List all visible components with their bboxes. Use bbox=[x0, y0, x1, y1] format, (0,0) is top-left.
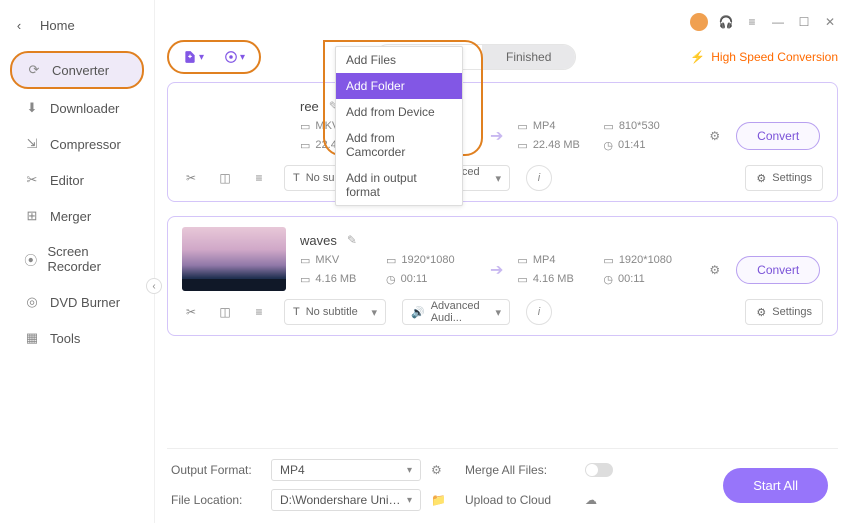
audio-select[interactable]: 🔊Advanced Audi...▾ bbox=[402, 299, 510, 325]
merger-icon: ⊞ bbox=[24, 208, 40, 224]
output-settings-icon[interactable]: ⚙ bbox=[709, 129, 720, 143]
arrow-icon: ➔ bbox=[490, 126, 503, 146]
start-all-button[interactable]: Start All bbox=[723, 468, 828, 503]
sidebar-item-tools[interactable]: ▦Tools bbox=[10, 321, 144, 355]
info-button[interactable]: i bbox=[526, 165, 552, 191]
download-icon: ⬇ bbox=[24, 100, 40, 116]
sidebar-item-dvd-burner[interactable]: ◎DVD Burner bbox=[10, 285, 144, 319]
output-format-select[interactable]: MP4▾ bbox=[271, 459, 421, 481]
sidebar-item-downloader[interactable]: ⬇Downloader bbox=[10, 91, 144, 125]
dd-add-camcorder[interactable]: Add from Camcorder bbox=[336, 125, 462, 165]
tools-icon: ▦ bbox=[24, 330, 40, 346]
clock-icon: ◷ bbox=[386, 273, 396, 286]
file-location-label: File Location: bbox=[171, 493, 261, 507]
dd-add-folder[interactable]: Add Folder bbox=[336, 73, 462, 99]
trim-icon[interactable]: ✂ bbox=[182, 305, 200, 319]
trim-icon[interactable]: ✂ bbox=[182, 171, 200, 185]
sidebar-item-screen-recorder[interactable]: ⦿Screen Recorder bbox=[10, 235, 144, 283]
res-icon: ▭ bbox=[603, 120, 613, 133]
converter-icon: ⟳ bbox=[26, 62, 42, 78]
target-info: ▭MP4 ▭810*530 ▭22.48 MB ◷01:41 bbox=[517, 120, 693, 152]
gear-icon: ⚙ bbox=[756, 306, 766, 319]
dd-add-files[interactable]: Add Files bbox=[336, 47, 462, 73]
source-info: ▭MKV ▭1920*1080 ▭4.16 MB ◷00:11 bbox=[300, 254, 476, 286]
user-avatar-icon[interactable] bbox=[690, 13, 708, 31]
edit-title-icon[interactable]: ✎ bbox=[347, 233, 357, 247]
arrow-icon: ➔ bbox=[490, 260, 503, 280]
output-format-label: Output Format: bbox=[171, 463, 261, 477]
settings-button[interactable]: ⚙Settings bbox=[745, 299, 823, 325]
compress-icon: ⇲ bbox=[24, 136, 40, 152]
convert-button[interactable]: Convert bbox=[736, 256, 820, 284]
open-folder-icon[interactable]: 📁 bbox=[431, 493, 455, 507]
minimize-icon[interactable]: — bbox=[770, 15, 786, 29]
home-label: Home bbox=[40, 18, 75, 33]
home-link[interactable]: ‹ Home bbox=[0, 10, 154, 41]
dd-add-output[interactable]: Add in output format bbox=[336, 165, 462, 205]
size-icon: ▭ bbox=[517, 273, 527, 286]
add-files-area: ▾ ▾ bbox=[167, 40, 261, 74]
file-location-select[interactable]: D:\Wondershare UniConverter 1▾ bbox=[271, 489, 421, 511]
tab-finished[interactable]: Finished bbox=[482, 45, 575, 69]
res-icon: ▭ bbox=[386, 254, 396, 267]
crop-icon[interactable]: ◫ bbox=[216, 171, 234, 185]
dvd-icon: ◎ bbox=[24, 294, 40, 310]
add-dropdown-menu: Add Files Add Folder Add from Device Add… bbox=[335, 46, 463, 206]
clock-icon: ◷ bbox=[603, 139, 613, 152]
gear-icon: ⚙ bbox=[756, 172, 766, 185]
close-icon[interactable]: ✕ bbox=[822, 15, 838, 29]
output-settings-icon[interactable]: ⚙ bbox=[709, 263, 720, 277]
settings-button[interactable]: ⚙Settings bbox=[745, 165, 823, 191]
target-info: ▭MP4 ▭1920*1080 ▭4.16 MB ◷00:11 bbox=[517, 254, 693, 286]
lightning-icon: ⚡ bbox=[690, 50, 705, 64]
video-icon: ▭ bbox=[517, 120, 527, 133]
sidebar-item-converter[interactable]: ⟳Converter bbox=[10, 51, 144, 89]
merge-label: Merge All Files: bbox=[465, 463, 575, 477]
back-icon: ‹ bbox=[12, 18, 26, 33]
size-icon: ▭ bbox=[300, 139, 310, 152]
file-title: waves bbox=[300, 233, 337, 248]
thumbnail-placeholder bbox=[182, 93, 286, 157]
subtitle-select[interactable]: TNo subtitle▾ bbox=[284, 299, 386, 325]
crop-icon[interactable]: ◫ bbox=[216, 305, 234, 319]
cloud-icon[interactable]: ☁ bbox=[585, 493, 645, 507]
merge-toggle[interactable] bbox=[585, 463, 613, 477]
sidebar-item-merger[interactable]: ⊞Merger bbox=[10, 199, 144, 233]
file-card: waves ✎ ▭MKV ▭1920*1080 ▭4.16 MB ◷00:11 … bbox=[167, 216, 838, 336]
output-gear-icon[interactable]: ⚙ bbox=[431, 463, 455, 477]
add-dvd-button[interactable]: ▾ bbox=[224, 50, 245, 64]
upload-cloud-label: Upload to Cloud bbox=[465, 493, 575, 507]
editor-icon: ✂ bbox=[24, 172, 40, 188]
clock-icon: ◷ bbox=[603, 273, 613, 286]
size-icon: ▭ bbox=[517, 139, 527, 152]
maximize-icon[interactable]: ☐ bbox=[796, 15, 812, 29]
more-icon[interactable]: ≡ bbox=[250, 171, 268, 185]
video-icon: ▭ bbox=[517, 254, 527, 267]
res-icon: ▭ bbox=[603, 254, 613, 267]
file-title: ree bbox=[300, 99, 319, 114]
more-icon[interactable]: ≡ bbox=[250, 305, 268, 319]
dd-add-device[interactable]: Add from Device bbox=[336, 99, 462, 125]
video-icon: ▭ bbox=[300, 254, 310, 267]
menu-icon[interactable]: ≡ bbox=[744, 15, 760, 29]
add-file-button[interactable]: ▾ bbox=[183, 50, 204, 64]
support-icon[interactable]: 🎧 bbox=[718, 15, 734, 29]
high-speed-conversion[interactable]: ⚡High Speed Conversion bbox=[690, 50, 838, 64]
file-card: ree ✎ ▭MKV ▭810*530 ▭22.48 MB ◷01:41 ➔ ▭… bbox=[167, 82, 838, 202]
size-icon: ▭ bbox=[300, 273, 310, 286]
info-button[interactable]: i bbox=[526, 299, 552, 325]
sidebar-item-compressor[interactable]: ⇲Compressor bbox=[10, 127, 144, 161]
video-icon: ▭ bbox=[300, 120, 310, 133]
recorder-icon: ⦿ bbox=[24, 251, 37, 267]
sidebar-item-editor[interactable]: ✂Editor bbox=[10, 163, 144, 197]
video-thumbnail[interactable] bbox=[182, 227, 286, 291]
convert-button[interactable]: Convert bbox=[736, 122, 820, 150]
